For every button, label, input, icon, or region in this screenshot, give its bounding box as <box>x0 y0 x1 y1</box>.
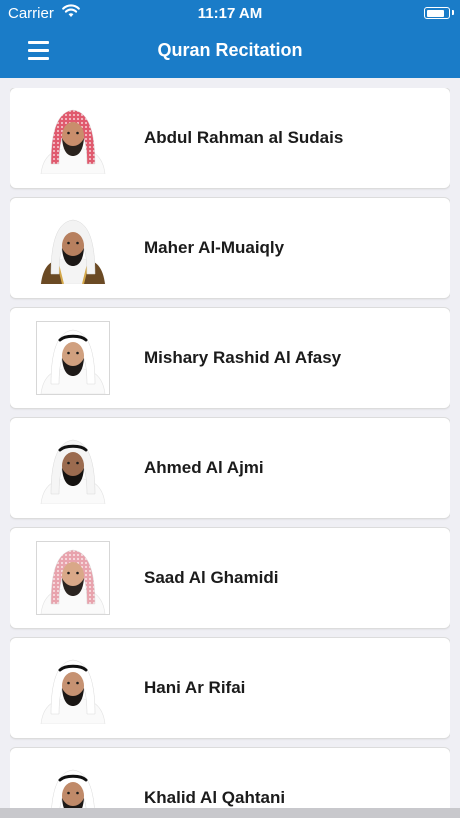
reciter-name: Maher Al-Muaiqly <box>144 238 285 257</box>
status-time: 11:17 AM <box>197 5 263 22</box>
reciter-name: Ahmed Al Ajmi <box>144 458 264 477</box>
reciter-card[interactable]: Hani Ar Rifai <box>10 638 450 738</box>
battery-tip <box>452 10 454 15</box>
reciter-name: Khalid Al Qahtani <box>144 788 286 807</box>
app-header: Carrier 11:17 AM Quran Recitation <box>0 0 460 78</box>
reciter-name: Saad Al Ghamidi <box>144 568 279 587</box>
reciter-name: Mishary Rashid Al Afasy <box>144 348 342 367</box>
reciter-card[interactable]: Abdul Rahman al Sudais <box>10 88 450 188</box>
reciter-card[interactable]: Ahmed Al Ajmi <box>10 418 450 518</box>
reciter-avatar <box>37 212 109 284</box>
reciter-list[interactable]: Abdul Rahman al Sudais Maher Al-Muaiqly Mi… <box>10 88 450 808</box>
reciter-card[interactable]: Mishary Rashid Al Afasy <box>10 308 450 408</box>
reciter-name: Hani Ar Rifai <box>144 678 246 697</box>
reciter-card[interactable]: Maher Al-Muaiqly <box>10 198 450 298</box>
reciter-photo-pink-shemagh <box>37 542 109 614</box>
reciter-photo-white-ghutra-gold-bisht <box>37 212 109 284</box>
reciter-card[interactable]: Khalid Al Qahtani <box>10 748 450 808</box>
reciter-avatar <box>37 432 109 504</box>
reciter-photo-white-ghutra-black-agal <box>37 652 109 724</box>
reciter-avatar <box>37 762 109 808</box>
status-bar: Carrier 11:17 AM <box>0 0 460 26</box>
reciter-photo-white-ghutra-black-agal <box>37 432 109 504</box>
reciter-photo-white-ghutra-black-agal <box>37 322 109 394</box>
reciter-avatar <box>37 542 109 614</box>
reciter-card[interactable]: Saad Al Ghamidi <box>10 528 450 628</box>
reciter-avatar <box>37 102 109 174</box>
reciter-name: Abdul Rahman al Sudais <box>144 128 344 147</box>
reciter-avatar <box>37 652 109 724</box>
reciter-photo-white-ghutra-black-agal <box>37 762 109 808</box>
reciter-photo-red-shemagh <box>37 102 109 174</box>
page-title: Quran Recitation <box>157 40 303 60</box>
battery-icon <box>424 7 450 19</box>
scroll-bottom-edge <box>0 808 460 818</box>
battery-level-fill <box>426 9 444 17</box>
reciter-avatar <box>37 322 109 394</box>
